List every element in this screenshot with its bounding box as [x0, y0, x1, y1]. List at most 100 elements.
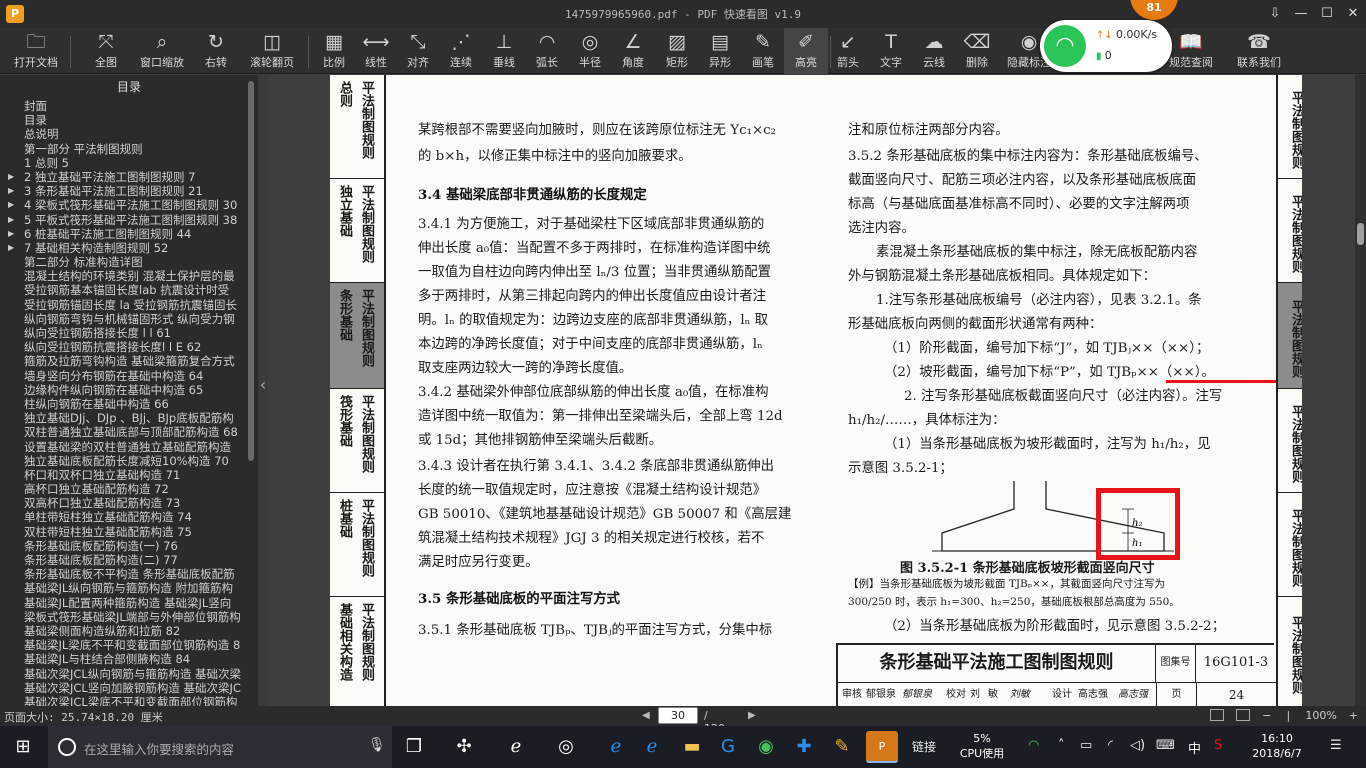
document-viewport[interactable]: 总则 平法制图规则 独立基础 平法制图规则 条形基础 平法制图规则 筏形基础 平…: [268, 75, 1355, 706]
toc-item[interactable]: ▶ 5 平板式筏形基础平法施工图制图规则 38: [0, 213, 258, 227]
contact-us-button[interactable]: ☎ 联系我们: [1232, 28, 1286, 74]
toc-item[interactable]: 封面: [0, 99, 258, 113]
edge-icon[interactable]: ℯ: [600, 731, 632, 763]
expand-arrow-icon[interactable]: ▶: [8, 170, 14, 184]
pdf-viewer-taskbar-icon[interactable]: P: [866, 731, 898, 763]
wifi-tray-icon[interactable]: ◜: [1108, 738, 1113, 753]
cloud-button[interactable]: ☁ 云线: [912, 28, 956, 74]
download-icon[interactable]: ⇩: [1262, 0, 1288, 28]
ie-old-icon[interactable]: ℯ: [500, 731, 532, 763]
toc-item[interactable]: 第二部分 标准构造详图: [0, 255, 258, 269]
continuous-view-icon[interactable]: [1236, 709, 1251, 721]
prev-page-icon[interactable]: ◀: [642, 707, 650, 725]
toc-item[interactable]: 混凝土结构的环境类别 混凝土保护层的最: [0, 269, 258, 283]
toc-item[interactable]: ▶ 3 条形基础平法施工图制图规则 21: [0, 184, 258, 198]
aligned-button[interactable]: ⤡ 对齐: [396, 28, 440, 74]
chevron-up-icon[interactable]: ˄: [1058, 738, 1065, 753]
toc-item[interactable]: ▶ 2 独立基础平法施工图制图规则 7: [0, 170, 258, 184]
current-page-input[interactable]: 30: [658, 707, 698, 724]
toc-item[interactable]: ▶ 6 桩基础平法施工图制图规则 44: [0, 227, 258, 241]
notification-icon[interactable]: ☰: [1330, 738, 1342, 753]
toc-scrollbar[interactable]: [245, 75, 257, 706]
taskbar-search-box[interactable]: 在这里输入你要搜索的内容 🎙: [48, 726, 392, 768]
continuous-button[interactable]: ⋰ 连续: [439, 28, 483, 74]
toc-item[interactable]: 高杯口独立基础配筋构造 72: [0, 482, 258, 496]
close-button[interactable]: ✕: [1340, 0, 1366, 28]
notes-app-icon[interactable]: ✎: [826, 731, 858, 763]
toc-item[interactable]: 双高杯口独立基础配筋构造 73: [0, 496, 258, 510]
toc-item[interactable]: 第一部分 平法制图规则: [0, 142, 258, 156]
zoom-slider[interactable]: |: [1283, 709, 1293, 722]
toc-item[interactable]: 梁板式筏形基础梁JL端部与外伸部位钢筋构: [0, 610, 258, 624]
toc-item[interactable]: 单柱带短柱独立基础配筋构造 74: [0, 510, 258, 524]
pen-button[interactable]: ✎ 画笔: [741, 28, 785, 74]
toc-item[interactable]: 杯口和双杯口独立基础构造 71: [0, 468, 258, 482]
document-scroll-thumb[interactable]: [1357, 223, 1364, 245]
rotate-right-button[interactable]: ↻ 右转: [194, 28, 238, 74]
zoom-out-icon[interactable]: −: [1262, 709, 1271, 722]
toc-item[interactable]: 总说明: [0, 127, 258, 141]
microphone-icon[interactable]: 🎙: [368, 737, 386, 753]
keyboard-icon[interactable]: ⌨: [1156, 738, 1175, 753]
single-page-view-icon[interactable]: [1210, 709, 1225, 721]
next-page-icon[interactable]: ▶: [748, 707, 756, 725]
toc-item[interactable]: 箍筋及拉筋弯钩构造 基础梁箍筋复合方式: [0, 354, 258, 368]
toc-item[interactable]: 受拉钢筋锚固长度 la 受拉钢筋抗震锚固长: [0, 298, 258, 312]
toc-item[interactable]: 基础次梁JCL梁底不平和变截面部位钢筋构: [0, 695, 258, 706]
highlight-button[interactable]: ✐ 高亮: [784, 28, 828, 74]
arrow-button[interactable]: ↙ 箭头: [826, 28, 870, 74]
toc-item[interactable]: 双柱带短柱独立基础配筋构造 75: [0, 525, 258, 539]
text-button[interactable]: T 文字: [869, 28, 913, 74]
perpendicular-button[interactable]: ⊥ 垂线: [482, 28, 526, 74]
toc-item[interactable]: 1 总则 5: [0, 156, 258, 170]
link-label[interactable]: 链接: [912, 738, 936, 755]
document-scrollbar[interactable]: [1355, 75, 1366, 706]
toc-item[interactable]: 条形基础底板配筋构造(二) 77: [0, 553, 258, 567]
delete-button[interactable]: ⌫ 删除: [955, 28, 999, 74]
rectangle-button[interactable]: ▨ 矩形: [655, 28, 699, 74]
toc-item[interactable]: 基础梁JL配置两种箍筋构造 基础梁JL竖向: [0, 596, 258, 610]
sogou-ime-icon[interactable]: S: [1214, 738, 1222, 753]
file-explorer-icon[interactable]: ▬: [676, 731, 708, 763]
toc-item[interactable]: 基础次梁JCL纵向钢筋与箍筋构造 基础次梁: [0, 667, 258, 681]
expand-arrow-icon[interactable]: ▶: [8, 198, 14, 212]
toc-item[interactable]: 条形基础底板不平构造 条形基础底板配筋: [0, 567, 258, 581]
toc-item[interactable]: 纵向钢筋弯钩与机械锚固形式 纵向受力钢: [0, 312, 258, 326]
chrome-360-icon[interactable]: ◉: [750, 731, 782, 763]
window-zoom-button[interactable]: ⌕ 窗口缩放: [134, 28, 190, 74]
task-view-icon[interactable]: ❐: [398, 731, 430, 763]
radius-button[interactable]: ◎ 半径: [568, 28, 612, 74]
toc-item[interactable]: 柱纵向钢筋在基础中构造 66: [0, 397, 258, 411]
toc-item[interactable]: 双柱普通独立基础底部与顶部配筋构造 68: [0, 425, 258, 439]
internet-explorer-icon[interactable]: ℯ: [636, 731, 668, 763]
irregular-button[interactable]: ▤ 异形: [698, 28, 742, 74]
cpu-usage[interactable]: 5% CPU使用: [958, 731, 1006, 761]
red-highlight-underline[interactable]: [1166, 380, 1276, 383]
toc-item[interactable]: 基础次梁JCL竖向加腋钢筋构造 基础次梁JC: [0, 681, 258, 695]
toc-item[interactable]: 受拉钢筋基本锚固长度lab 抗震设计时受: [0, 283, 258, 297]
angle-button[interactable]: ∠ 角度: [611, 28, 655, 74]
toc-item[interactable]: 目录: [0, 113, 258, 127]
minimize-button[interactable]: —: [1288, 0, 1314, 28]
ime-indicator[interactable]: 中: [1188, 738, 1201, 757]
scale-button[interactable]: ▦ 比例: [312, 28, 356, 74]
zoom-level[interactable]: 100%: [1305, 709, 1336, 722]
fan-app-icon[interactable]: ✣: [448, 731, 480, 763]
expand-arrow-icon[interactable]: ▶: [8, 213, 14, 227]
toc-item[interactable]: 设置基础梁的双柱普通独立基础配筋构造: [0, 440, 258, 454]
network-speed-widget[interactable]: ◠ ↑↓ 0.00K/s ▮ 0: [1040, 20, 1172, 72]
toc-item[interactable]: 条形基础底板配筋构造(一) 76: [0, 539, 258, 553]
maximize-button[interactable]: ☐: [1314, 0, 1340, 28]
toc-item[interactable]: 独立基础底板配筋长度减短10%构造 70: [0, 454, 258, 468]
battery-tray-icon[interactable]: ▭: [1080, 738, 1092, 753]
toc-item[interactable]: 基础梁JL梁底不平和变截面部位钢筋构造 8: [0, 638, 258, 652]
spec-lookup-button[interactable]: 📖 规范查阅: [1164, 28, 1218, 74]
toc-scroll-thumb[interactable]: [248, 81, 254, 461]
toc-item[interactable]: 基础梁JL与柱结合部侧腋构造 84: [0, 652, 258, 666]
sidebar-collapse-handle[interactable]: ‹: [258, 75, 268, 706]
expand-arrow-icon[interactable]: ▶: [8, 184, 14, 198]
swirl-app-icon[interactable]: ◎: [550, 731, 582, 763]
red-annotation-rectangle[interactable]: [1096, 488, 1180, 560]
open-file-button[interactable]: 🗀 打开文档: [8, 28, 64, 74]
toc-item[interactable]: 纵向受拉钢筋搭接长度 l l 61: [0, 326, 258, 340]
